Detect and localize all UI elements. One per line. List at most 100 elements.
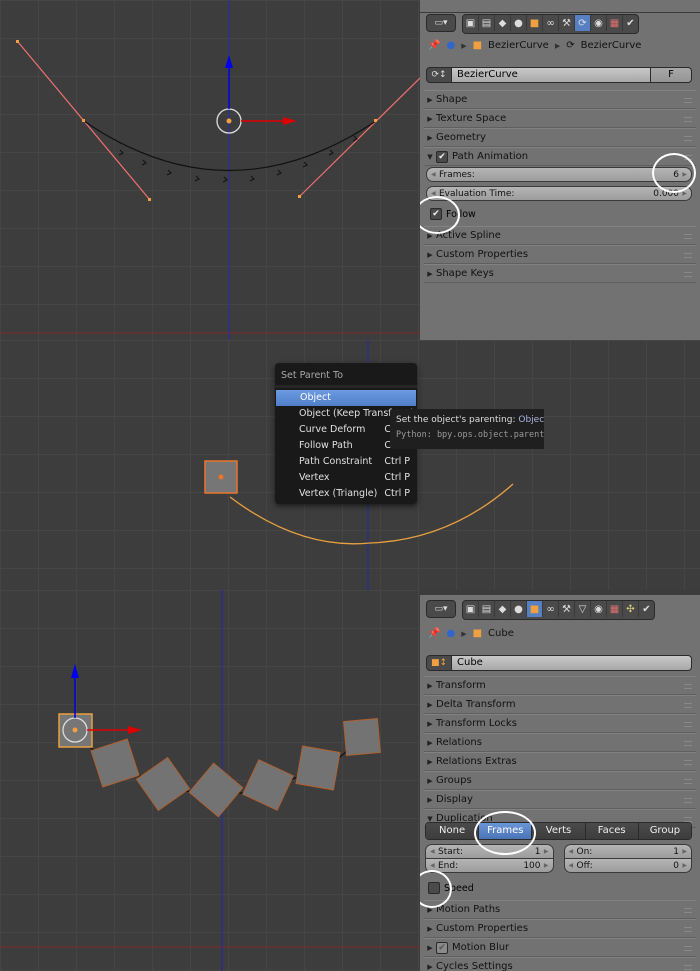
drag-grip-icon[interactable]: [684, 117, 692, 122]
physics-icon[interactable]: ✔: [639, 601, 654, 617]
increment-arrow-icon[interactable]: ▶: [541, 862, 549, 869]
dupli-mode-faces[interactable]: Faces: [585, 823, 639, 839]
panel-shape-keys[interactable]: ▶ Shape Keys: [424, 264, 696, 283]
decrement-arrow-icon[interactable]: ◀: [431, 171, 439, 178]
drag-grip-icon[interactable]: [684, 272, 692, 277]
scene-icon[interactable]: ◆: [495, 15, 511, 31]
decrement-arrow-icon[interactable]: ◀: [430, 848, 438, 855]
panel-display[interactable]: ▶ Display: [424, 790, 696, 809]
panel-transform[interactable]: ▶ Transform: [424, 676, 696, 695]
modifiers-icon[interactable]: ⚒: [559, 15, 575, 31]
drag-grip-icon[interactable]: [684, 965, 692, 970]
panel-cycles-settings[interactable]: ▶ Cycles Settings: [424, 957, 696, 971]
follow-row[interactable]: ✔ Follow: [426, 208, 692, 220]
panel-path-animation[interactable]: ▼ ✔ Path Animation: [424, 147, 696, 166]
end-field[interactable]: ◀ End: 100 ▶: [425, 859, 554, 873]
panel-shape[interactable]: ▶ Shape: [424, 90, 696, 109]
datablock-browse-button[interactable]: ■↕: [426, 655, 452, 671]
increment-arrow-icon[interactable]: ▶: [679, 862, 687, 869]
pin-icon[interactable]: 📌: [428, 40, 440, 51]
drag-grip-icon[interactable]: [684, 722, 692, 727]
on-field[interactable]: ◀ On: 1 ▶: [563, 844, 692, 859]
constraints-icon[interactable]: ∞: [543, 15, 559, 31]
material-icon[interactable]: ◉: [591, 601, 607, 617]
panel-motion-blur[interactable]: ▶ ✔ Motion Blur: [424, 938, 696, 957]
drag-grip-icon[interactable]: [684, 760, 692, 765]
drag-grip-icon[interactable]: [684, 253, 692, 258]
scene-icon[interactable]: ◆: [495, 601, 511, 617]
datablock-name-field[interactable]: BezierCurve: [452, 67, 651, 83]
start-field[interactable]: ◀ Start: 1 ▶: [425, 844, 554, 859]
panel-custom-properties[interactable]: ▶ Custom Properties: [424, 245, 696, 264]
speed-checkbox[interactable]: [428, 882, 440, 894]
texture-icon[interactable]: ▦: [607, 15, 623, 31]
increment-arrow-icon[interactable]: ▶: [679, 190, 687, 197]
datablock-browse-button[interactable]: ⟳↕: [426, 67, 452, 83]
viewport-curve[interactable]: [0, 0, 420, 340]
panel-texture-space[interactable]: ▶ Texture Space: [424, 109, 696, 128]
render-layers-icon[interactable]: ▤: [479, 601, 495, 617]
menu-item-object[interactable]: Object: [276, 390, 416, 406]
material-icon[interactable]: ◉: [591, 15, 607, 31]
world-icon[interactable]: ●: [511, 601, 527, 617]
dupli-mode-group[interactable]: Group: [638, 823, 691, 839]
drag-grip-icon[interactable]: [684, 98, 692, 103]
constraints-icon[interactable]: ∞: [543, 601, 559, 617]
particles-icon[interactable]: ✣: [623, 601, 639, 617]
object-name-field[interactable]: Cube: [452, 655, 692, 671]
curve-data-icon[interactable]: ⟳: [575, 15, 591, 31]
menu-item-vertex-triangle[interactable]: Vertex (Triangle) Ctrl P: [275, 486, 417, 502]
increment-arrow-icon[interactable]: ▶: [679, 171, 687, 178]
evaluation-time-field[interactable]: ◀ Evaluation Time: 0.000 ▶: [426, 186, 692, 201]
editor-type-button[interactable]: ▭▾: [426, 14, 456, 32]
render-layers-icon[interactable]: ▤: [479, 15, 495, 31]
panel-active-spline[interactable]: ▶ Active Spline: [424, 226, 696, 245]
decrement-arrow-icon[interactable]: ◀: [569, 848, 577, 855]
drag-grip-icon[interactable]: [684, 946, 692, 951]
particles-icon[interactable]: ✔: [623, 15, 638, 31]
render-icon[interactable]: ▣: [463, 601, 479, 617]
motion-blur-checkbox[interactable]: ✔: [436, 941, 448, 954]
dupli-mode-frames[interactable]: Frames: [479, 823, 533, 839]
panel-transform-locks[interactable]: ▶ Transform Locks: [424, 714, 696, 733]
off-field[interactable]: ◀ Off: 0 ▶: [563, 859, 692, 873]
decrement-arrow-icon[interactable]: ◀: [569, 862, 577, 869]
follow-checkbox[interactable]: ✔: [430, 208, 442, 220]
menu-item-path-constraint[interactable]: Path Constraint Ctrl P: [275, 454, 417, 470]
dupli-mode-none[interactable]: None: [426, 823, 480, 839]
object-icon[interactable]: ■: [527, 601, 543, 617]
viewport-dupliframes[interactable]: [0, 590, 420, 971]
decrement-arrow-icon[interactable]: ◀: [430, 862, 438, 869]
drag-grip-icon[interactable]: [684, 684, 692, 689]
drag-grip-icon[interactable]: [684, 703, 692, 708]
texture-icon[interactable]: ▦: [607, 601, 623, 617]
drag-grip-icon[interactable]: [684, 779, 692, 784]
pin-icon[interactable]: 📌: [428, 628, 440, 639]
frames-field[interactable]: ◀ Frames: 6 ▶: [426, 167, 692, 182]
menu-item-vertex[interactable]: Vertex Ctrl P: [275, 470, 417, 486]
world-icon[interactable]: ●: [511, 15, 527, 31]
panel-groups[interactable]: ▶ Groups: [424, 771, 696, 790]
panel-relations-extras[interactable]: ▶ Relations Extras: [424, 752, 696, 771]
editor-type-button[interactable]: ▭▾: [426, 600, 456, 618]
object-icon[interactable]: ■: [527, 15, 543, 31]
render-icon[interactable]: ▣: [463, 15, 479, 31]
drag-grip-icon[interactable]: [684, 136, 692, 141]
drag-grip-icon[interactable]: [684, 155, 692, 160]
drag-grip-icon[interactable]: [684, 234, 692, 239]
drag-grip-icon[interactable]: [684, 927, 692, 932]
panel-delta-transform[interactable]: ▶ Delta Transform: [424, 695, 696, 714]
panel-custom-properties[interactable]: ▶ Custom Properties: [424, 919, 696, 938]
speed-row[interactable]: Speed: [425, 882, 692, 894]
dupli-mode-verts[interactable]: Verts: [532, 823, 586, 839]
drag-grip-icon[interactable]: [684, 798, 692, 803]
drag-grip-icon[interactable]: [684, 908, 692, 913]
panel-motion-paths[interactable]: ▶ Motion Paths: [424, 900, 696, 919]
increment-arrow-icon[interactable]: ▶: [679, 848, 687, 855]
decrement-arrow-icon[interactable]: ◀: [431, 190, 439, 197]
panel-relations[interactable]: ▶ Relations: [424, 733, 696, 752]
path-animation-checkbox[interactable]: ✔: [436, 150, 448, 163]
drag-grip-icon[interactable]: [684, 741, 692, 746]
increment-arrow-icon[interactable]: ▶: [541, 848, 549, 855]
fake-user-button[interactable]: F: [651, 67, 692, 83]
